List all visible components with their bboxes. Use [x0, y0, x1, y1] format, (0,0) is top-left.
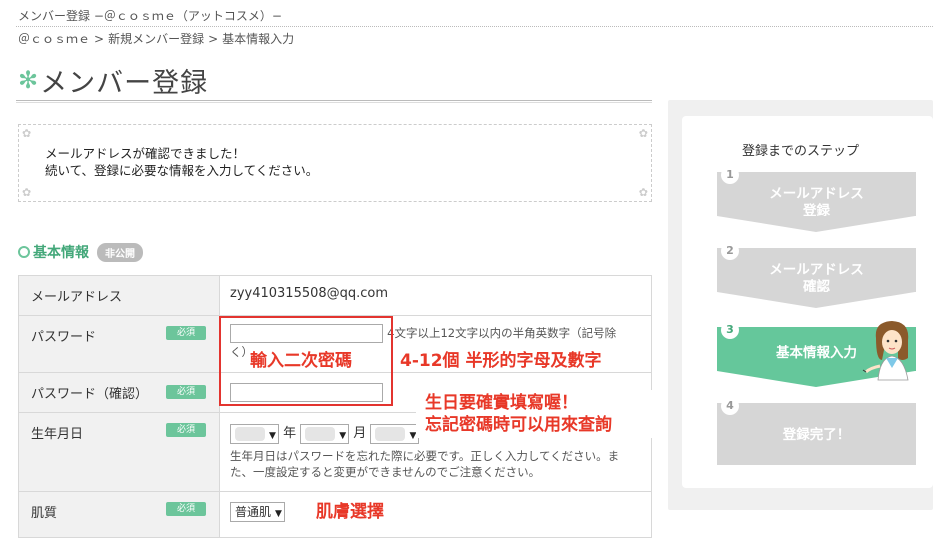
- blurred-value: [235, 427, 265, 441]
- skin-label-cell: 肌質 必須: [18, 491, 220, 538]
- email-value-cell: zyy410315508@qq.com: [219, 275, 652, 316]
- section-header: 基本情報 非公開: [18, 242, 143, 262]
- breadcrumb: ＠ｃｏｓｍｅ > 新規メンバー登録 > 基本情報入力: [18, 30, 294, 47]
- breadcrumb-new-member-link[interactable]: 新規メンバー登録: [108, 32, 204, 46]
- birthday-note: 生年月日はパスワードを忘れた際に必要です。正しく入力してください。また、一度設定…: [230, 448, 620, 479]
- step-label: メールアドレス: [769, 262, 864, 278]
- step-number: 4: [721, 397, 739, 415]
- steps-title: 登録までのステップ: [741, 144, 859, 159]
- password-hint: 4文字以上12文字以内の半角英数字（記号除: [387, 326, 617, 340]
- section-title: 基本情報: [33, 245, 89, 261]
- required-badge: 必須: [166, 384, 206, 399]
- breadcrumb-separator: >: [94, 32, 105, 46]
- corner-ornament-icon: ✿: [22, 127, 32, 140]
- form-row-email: メールアドレス zyy410315508@qq.com: [18, 275, 652, 316]
- blurred-value: [305, 427, 336, 441]
- required-badge: 必須: [166, 423, 206, 437]
- private-badge: 非公開: [97, 242, 143, 262]
- password-label-cell: パスワード 必須: [18, 315, 220, 373]
- annotation-birthday: 生日要確實填寫喔！ 忘記密碼時可以用來查詢: [425, 392, 612, 436]
- notice-line: 続いて、登録に必要な情報を入力してください。: [45, 163, 319, 178]
- corner-ornament-icon: ✿: [638, 186, 648, 199]
- breadcrumb-current: 基本情報入力: [222, 32, 295, 46]
- year-unit: 年: [283, 426, 297, 441]
- corner-ornament-icon: ✿: [22, 186, 32, 199]
- blurred-value: [375, 427, 406, 441]
- password-confirm-label-cell: パスワード（確認） 必須: [18, 372, 220, 413]
- step-1: 1 メールアドレス 登録: [717, 166, 916, 232]
- chevron-down-icon: ▼: [275, 509, 282, 519]
- annotation-password-rule: 4-12個 半形的字母及數字: [400, 351, 602, 371]
- step-label: メールアドレス: [769, 186, 864, 202]
- birth-month-select[interactable]: ▼: [300, 423, 350, 444]
- month-unit: 月: [353, 426, 367, 441]
- title-underline: [16, 100, 652, 103]
- site-title: メンバー登録 −＠ｃｏｓｍｅ（アットコスメ）−: [18, 9, 282, 23]
- birthday-label: 生年月日: [31, 427, 84, 442]
- corner-ornament-icon: ✿: [638, 127, 648, 140]
- confirmation-notice: ✿ ✿ ✿ ✿ メールアドレスが確認できました！ 続いて、登録に必要な情報を入力…: [18, 124, 652, 202]
- email-value: zyy410315508@qq.com: [230, 286, 389, 301]
- password-confirm-label: パスワード（確認）: [31, 387, 149, 402]
- birth-day-select[interactable]: ▼: [370, 423, 420, 444]
- email-label-cell: メールアドレス: [18, 275, 220, 316]
- step-label: 登録完了！: [782, 427, 851, 443]
- guide-girl-illustration: [862, 321, 909, 381]
- password-label: パスワード: [31, 330, 97, 345]
- step-arrow: [717, 292, 915, 308]
- birth-year-select[interactable]: ▼: [230, 423, 279, 444]
- chevron-down-icon: ▼: [339, 430, 347, 441]
- step-number: 2: [721, 242, 739, 260]
- annotation-birthday-line: 忘記密碼時可以用來查詢: [425, 415, 612, 435]
- email-label: メールアドレス: [31, 290, 123, 305]
- annotation-birthday-line: 生日要確實填寫喔！: [425, 393, 578, 413]
- step-4: 4 登録完了！: [717, 397, 916, 465]
- skin-label: 肌質: [31, 506, 58, 521]
- step-number: 3: [721, 321, 739, 339]
- step-arrow: [717, 216, 915, 232]
- skin-value-cell: 普通肌 ▼: [219, 491, 652, 538]
- annotation-password-again: 輸入二次密碼: [250, 351, 352, 371]
- page-title-text: メンバー登録: [40, 67, 209, 99]
- notice-line: メールアドレスが確認できました！: [45, 146, 246, 161]
- step-number: 1: [721, 166, 739, 184]
- circle-bullet-icon: [18, 246, 30, 258]
- flower-icon: ✻: [18, 66, 39, 94]
- skin-type-value: 普通肌: [235, 505, 272, 519]
- annotation-skin: 肌膚選擇: [316, 502, 384, 522]
- step-2: 2 メールアドレス 確認: [717, 242, 916, 308]
- required-badge: 必須: [166, 502, 206, 516]
- skin-type-select[interactable]: 普通肌 ▼: [230, 502, 285, 522]
- required-badge: 必須: [166, 326, 206, 340]
- birthday-label-cell: 生年月日 必須: [18, 412, 220, 492]
- chevron-down-icon: ▼: [269, 430, 276, 441]
- divider: [16, 26, 933, 27]
- breadcrumb-separator: >: [208, 32, 219, 46]
- page: メンバー登録 −＠ｃｏｓｍｅ（アットコスメ）− ＠ｃｏｓｍｅ > 新規メンバー登録 >…: [0, 0, 933, 545]
- breadcrumb-home-link[interactable]: ＠ｃｏｓｍｅ: [18, 32, 90, 46]
- page-title: ✻ メンバー登録: [18, 60, 208, 100]
